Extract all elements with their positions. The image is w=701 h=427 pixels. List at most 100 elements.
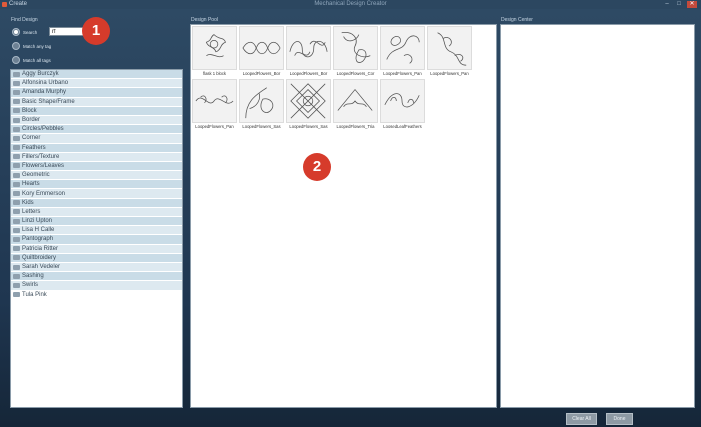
design-thumbnail[interactable]: flask 1 block [191, 25, 238, 77]
tag-label: Sashing [22, 273, 44, 280]
tag-label: Border [22, 117, 41, 124]
design-preview [239, 79, 284, 123]
design-thumbnail[interactable]: LoopedFlowers_Sas [285, 78, 332, 130]
minimize-button[interactable]: – [662, 1, 672, 8]
tag-label: Lisa H Calle [22, 227, 55, 234]
match-all-tags-label: Match all tags [23, 57, 51, 63]
tag-item-tula-pink[interactable]: Tula Pink [11, 290, 182, 300]
find-design-label: Find Design [11, 17, 38, 23]
design-pool[interactable]: flask 1 block LoopedFlowers_Bor LoopedFl… [190, 24, 497, 408]
tag-item-hearts[interactable]: Hearts [11, 180, 182, 190]
design-name: LoopedFlowers_Tria [336, 124, 375, 129]
design-name: LoopedFlowers_Bor [242, 71, 281, 76]
design-preview [380, 79, 425, 123]
design-thumbnail[interactable]: LoopedFlowers_Pan [426, 25, 473, 77]
tag-label: Geometric [22, 172, 50, 179]
tag-item-basic-shape-frame[interactable]: Basic Shape/Frame [11, 97, 182, 107]
tag-item-alfonsina-urbano[interactable]: Alfonsina Urbano [11, 79, 182, 89]
callout-badge-1: 1 [82, 17, 110, 45]
folder-icon [13, 145, 20, 151]
tag-item-quiltbroidery[interactable]: Quiltbroidery [11, 253, 182, 263]
tag-label: Quiltbroidery [22, 254, 57, 261]
design-thumbnail[interactable]: LoopedFlowers_Bor [238, 25, 285, 77]
tag-label: Flowers/Leaves [22, 162, 65, 169]
folder-icon [13, 117, 20, 123]
match-any-tag-option[interactable]: Match any tag [12, 41, 51, 51]
design-preview [333, 79, 378, 123]
maximize-button[interactable]: □ [674, 1, 684, 8]
match-all-tags-radio[interactable] [12, 56, 20, 64]
tag-item-amanda-murphy[interactable]: Amanda Murphy [11, 88, 182, 98]
tag-label: Basic Shape/Frame [22, 98, 75, 105]
search-radio-label: Search [23, 29, 38, 35]
tag-item-kory-emmerson[interactable]: Kory Emmerson [11, 189, 182, 199]
design-name: LoopedFlowers_Pan [383, 71, 422, 76]
design-name: LoopedFlowers_Cor [336, 71, 375, 76]
tag-label: Pantograph [22, 236, 54, 243]
tag-item-patricia-ritter[interactable]: Patricia Ritter [11, 244, 182, 254]
folder-icon [13, 163, 20, 169]
design-preview [239, 26, 284, 70]
tag-item-fillers-texture[interactable]: Fillers/Texture [11, 152, 182, 162]
design-thumbnail[interactable]: LoopedFlowers_Tria [332, 78, 379, 130]
design-name: LoopedFlowers_Sas [242, 124, 281, 129]
tag-label: Sarah Vedeler [22, 264, 61, 271]
tag-label: Patricia Ritter [22, 245, 59, 252]
folder-icon [13, 172, 20, 178]
design-thumbnail[interactable]: LoopedFlowers_Sas [238, 78, 285, 130]
match-any-tag-radio[interactable] [12, 42, 20, 50]
design-preview [192, 26, 237, 70]
tag-item-swirls[interactable]: Swirls [11, 281, 182, 291]
match-all-tags-option[interactable]: Match all tags [12, 55, 51, 65]
design-center[interactable] [500, 24, 695, 408]
design-name: LoopedFlowers_Bor [289, 71, 328, 76]
tag-item-geometric[interactable]: Geometric [11, 171, 182, 181]
tag-label: Kids [22, 199, 34, 206]
design-thumbnail[interactable]: LoosedLeafFeathers [379, 78, 426, 130]
tag-item-flowers-leaves[interactable]: Flowers/Leaves [11, 161, 182, 172]
tag-label: Fillers/Texture [22, 153, 60, 160]
search-radio-option[interactable]: Search [12, 27, 37, 37]
tag-item-border[interactable]: Border [11, 115, 182, 126]
design-thumbnail[interactable]: LoopedFlowers_Pan [379, 25, 426, 77]
design-name: LoosedLeafFeathers [383, 124, 422, 129]
folder-icon [13, 255, 20, 261]
design-preview [286, 79, 331, 123]
folder-icon [13, 71, 20, 77]
tag-item-aggy-burczyk[interactable]: Aggy Burczyk [11, 70, 182, 80]
folder-icon [13, 218, 20, 224]
design-center-label: Design Center [501, 17, 533, 23]
close-button[interactable]: ✕ [687, 1, 697, 8]
tag-item-pantograph[interactable]: Pantograph [11, 235, 182, 245]
tag-label: Tula Pink [22, 291, 47, 298]
clear-all-button[interactable]: Clear All [566, 413, 597, 425]
tag-item-sarah-vedeler[interactable]: Sarah Vedeler [11, 262, 182, 273]
design-preview [427, 26, 472, 70]
tag-item-block[interactable]: Block [11, 106, 182, 116]
tag-item-letters[interactable]: Letters [11, 207, 182, 217]
tag-item-corner[interactable]: Corner [11, 134, 182, 144]
tag-label: Corner [22, 135, 41, 142]
tag-item-linzi-upton[interactable]: Linzi Upton [11, 217, 182, 227]
tag-item-sashing[interactable]: Sashing [11, 272, 182, 282]
tag-label: Alfonsina Urbano [22, 80, 69, 87]
design-thumbnail[interactable]: LoopedFlowers_Pan [191, 78, 238, 130]
done-button[interactable]: Done [606, 413, 633, 425]
design-preview [380, 26, 425, 70]
search-radio[interactable] [12, 28, 20, 36]
tag-label: Hearts [22, 181, 40, 188]
design-thumbnail[interactable]: LoopedFlowers_Bor [285, 25, 332, 77]
tag-list[interactable]: Aggy Burczyk Alfonsina Urbano Amanda Mur… [10, 69, 183, 408]
design-name: LoopedFlowers_Pan [195, 124, 234, 129]
design-thumbnail[interactable]: LoopedFlowers_Cor [332, 25, 379, 77]
design-name: LoopedFlowers_Sas [289, 124, 328, 129]
folder-icon [13, 154, 20, 160]
tag-item-feathers[interactable]: Feathers [11, 143, 182, 153]
tag-label: Linzi Upton [22, 218, 53, 225]
tag-item-lisa-h-calle[interactable]: Lisa H Calle [11, 226, 182, 236]
tag-label: Letters [22, 208, 41, 215]
tag-label: Amanda Murphy [22, 89, 67, 96]
tag-item-kids[interactable]: Kids [11, 198, 182, 208]
folder-icon [13, 181, 20, 187]
tag-item-circles-pebbles[interactable]: Circles/Pebbles [11, 125, 182, 135]
